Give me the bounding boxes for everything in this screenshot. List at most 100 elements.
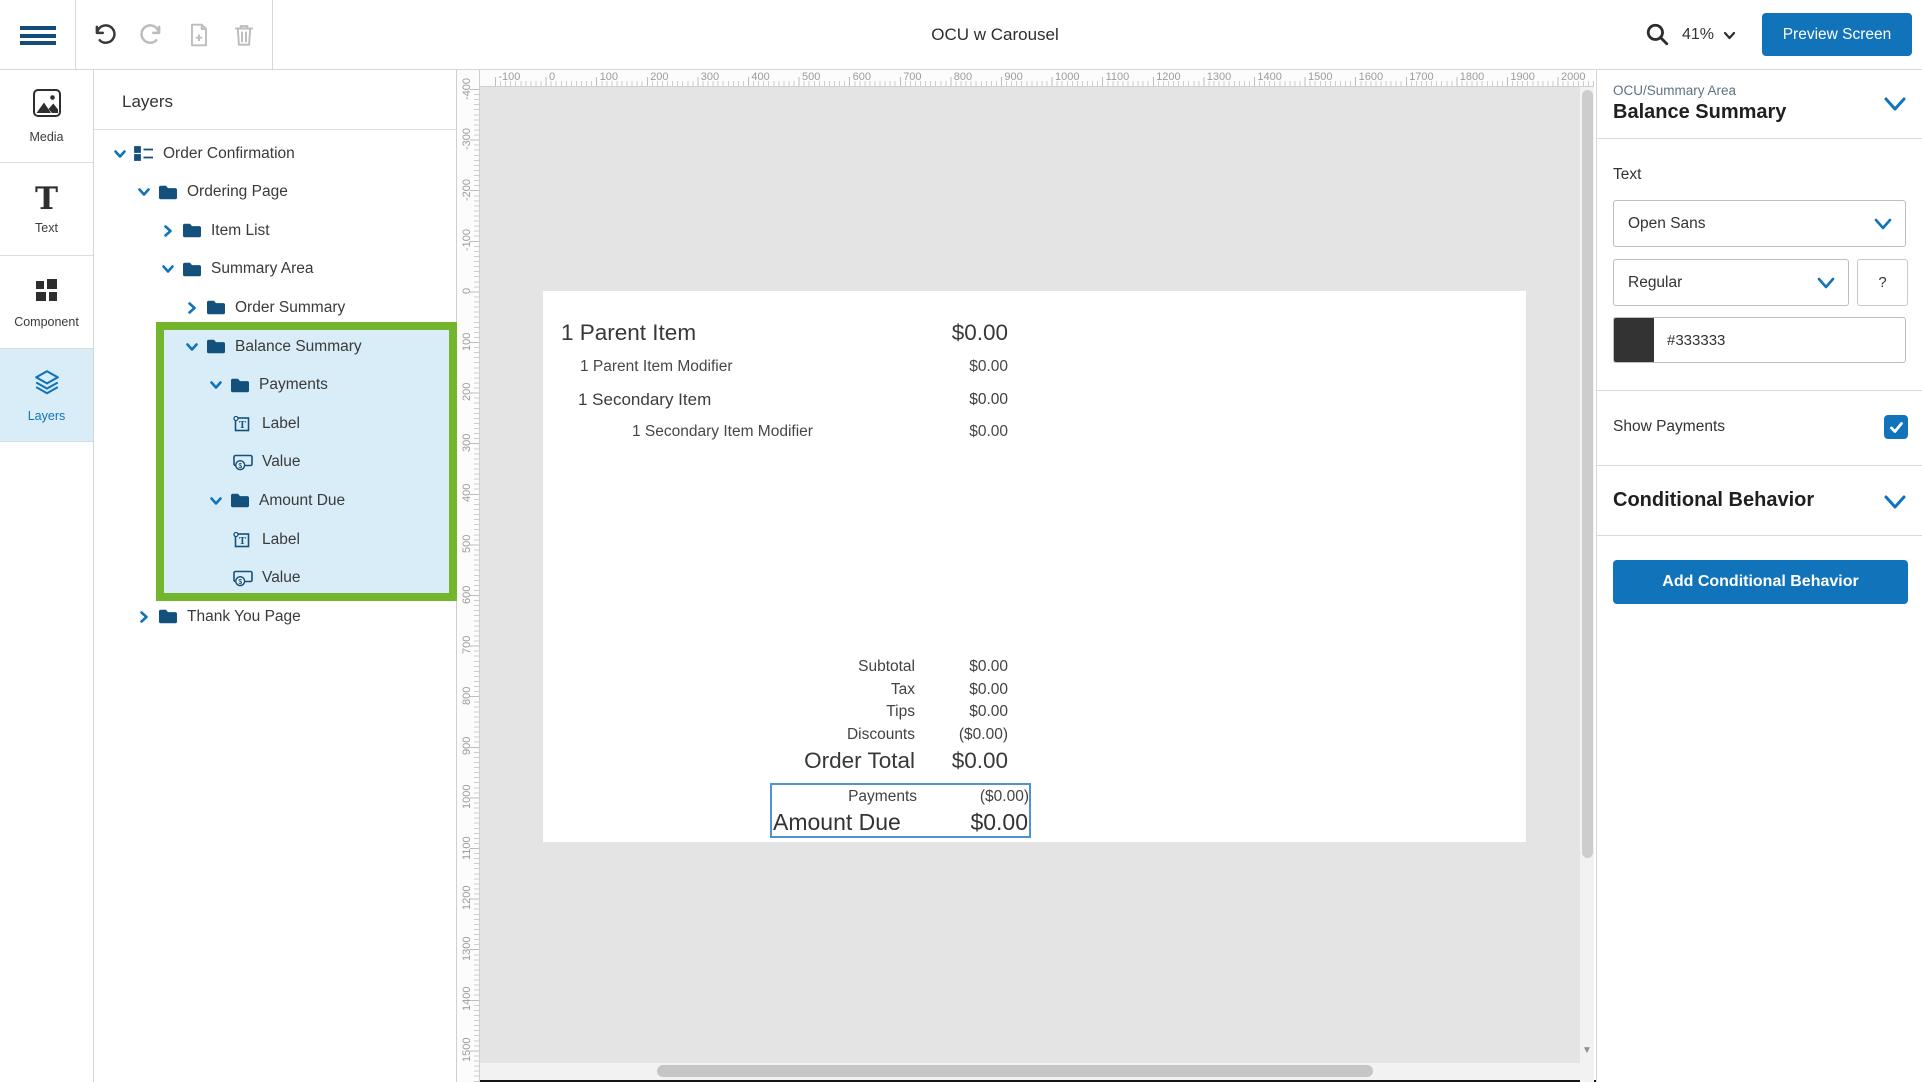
chevron-right-icon[interactable]	[185, 301, 199, 315]
layer-row-payments[interactable]: Payments	[209, 370, 328, 401]
undo-icon[interactable]	[92, 22, 118, 48]
layer-label: Value	[262, 453, 301, 471]
horizontal-scrollbar[interactable]	[480, 1063, 1580, 1080]
layer-row-order-confirmation[interactable]: Order Confirmation	[113, 138, 295, 169]
total-label: Tax	[708, 681, 915, 699]
conditional-chevron-down-icon[interactable]	[1882, 492, 1908, 512]
folder-icon	[206, 338, 226, 355]
layer-row-amount-due[interactable]: Amount Due	[209, 485, 345, 516]
ruler-tick-label: 500	[802, 71, 820, 83]
label-icon: T	[233, 531, 253, 548]
show-payments-checkbox[interactable]	[1884, 415, 1908, 439]
sidebar-item-text[interactable]: T Text	[0, 163, 93, 256]
collapse-section-chevron-icon[interactable]	[1882, 94, 1908, 114]
redo-icon[interactable]	[138, 22, 164, 48]
add-conditional-behavior-button[interactable]: Add Conditional Behavior	[1613, 560, 1908, 604]
color-swatch[interactable]	[1614, 318, 1654, 362]
ruler-tick-label: 1500	[1308, 71, 1332, 83]
chevron-down-icon[interactable]	[161, 262, 175, 276]
ruler-tick-label: 0	[458, 271, 476, 311]
ruler-tick-label: 1000	[458, 777, 476, 817]
ruler-tick-label: 700	[903, 71, 921, 83]
sidebar-item-label: Layers	[28, 409, 66, 423]
vertical-ruler: -400-300-200-100010020030040050060070080…	[457, 70, 480, 1082]
sidebar-item-media[interactable]: Media	[0, 70, 93, 163]
ruler-tick-label: 700	[458, 625, 476, 665]
ruler-tick-label: -200	[458, 170, 476, 210]
chevron-down-icon[interactable]	[209, 494, 223, 508]
hamburger-icon	[20, 26, 56, 30]
ruler-tick-label: 1000	[1055, 71, 1079, 83]
layer-label: Amount Due	[259, 492, 345, 510]
chevron-down-icon[interactable]	[113, 147, 127, 161]
layer-row-thank-you-page[interactable]: Thank You Page	[137, 601, 301, 632]
layer-row-label[interactable]: TLabel	[233, 524, 300, 555]
sidebar-item-label: Media	[29, 130, 63, 144]
total-value: ($0.00)	[915, 726, 1008, 744]
label-icon: T	[233, 415, 253, 432]
sidebar-item-label: Text	[35, 221, 58, 235]
breadcrumb: OCU/Summary Area	[1613, 83, 1736, 98]
delete-icon[interactable]	[231, 22, 257, 48]
component-icon	[33, 276, 60, 308]
layer-row-label[interactable]: TLabel	[233, 408, 300, 439]
chevron-right-icon[interactable]	[137, 610, 151, 624]
divider	[94, 129, 456, 130]
item-value: $0.00	[969, 391, 1008, 409]
selected-row-value: ($0.00)	[917, 788, 1029, 806]
chevron-down-icon[interactable]	[185, 340, 199, 354]
screen-title: OCU w Carousel	[931, 0, 1059, 70]
zoom-chevron-down-icon[interactable]	[1722, 28, 1737, 43]
horizontal-scrollbar-thumb[interactable]	[657, 1065, 1373, 1077]
ruler-tick-label: 1500	[458, 1030, 476, 1070]
layer-row-ordering-page[interactable]: Ordering Page	[137, 177, 288, 208]
layer-label: Order Confirmation	[163, 145, 295, 163]
zoom-level[interactable]: 41%	[1682, 0, 1714, 70]
design-canvas[interactable]: 1 Parent Item$0.001 Parent Item Modifier…	[543, 291, 1526, 842]
help-button[interactable]: ?	[1857, 259, 1908, 306]
preview-screen-button[interactable]: Preview Screen	[1762, 13, 1912, 56]
text-color-field[interactable]: #333333	[1613, 317, 1906, 363]
item-value: $0.00	[969, 358, 1008, 376]
chevron-down-icon[interactable]	[137, 185, 151, 199]
layer-row-item-list[interactable]: Item List	[161, 215, 270, 246]
font-weight-select[interactable]: Regular	[1613, 259, 1849, 306]
sidebar-item-layers[interactable]: Layers	[0, 349, 93, 442]
ruler-tick-label: -100	[498, 71, 520, 83]
vertical-scrollbar-thumb[interactable]	[1582, 90, 1593, 858]
balance-summary-selection[interactable]: Payments($0.00)Amount Due$0.00	[770, 783, 1031, 838]
selected-row: Amount Due$0.00	[772, 808, 1029, 836]
layer-label: Ordering Page	[187, 183, 288, 201]
sidebar-item-component[interactable]: Component	[0, 256, 93, 349]
divider	[1597, 465, 1922, 466]
chevron-right-icon[interactable]	[161, 224, 175, 238]
ruler-tick-label: 600	[853, 71, 871, 83]
scroll-down-arrow-icon[interactable]: ▼	[1580, 1042, 1594, 1058]
ruler-tick-label: 400	[458, 473, 476, 513]
total-row: Tips$0.00	[708, 701, 1008, 724]
search-zoom-icon[interactable]	[1644, 21, 1670, 47]
vertical-scrollbar[interactable]: ▼	[1580, 87, 1594, 1082]
layer-row-balance-summary[interactable]: Balance Summary	[185, 331, 362, 362]
folder-icon	[182, 222, 202, 239]
show-payments-label: Show Payments	[1613, 418, 1725, 436]
hamburger-menu-button[interactable]	[0, 0, 76, 70]
new-page-icon[interactable]	[186, 22, 212, 48]
layer-row-value[interactable]: $ Value	[233, 447, 301, 478]
svg-text:T: T	[239, 420, 246, 431]
properties-panel: OCU/Summary Area Balance Summary Text Op…	[1596, 70, 1922, 1082]
order-item-list: 1 Parent Item$0.001 Parent Item Modifier…	[561, 315, 1008, 447]
font-family-select[interactable]: Open Sans	[1613, 200, 1906, 247]
canvas-area[interactable]: 1 Parent Item$0.001 Parent Item Modifier…	[480, 87, 1580, 1063]
layer-row-order-summary[interactable]: Order Summary	[185, 292, 345, 323]
checklist-icon	[134, 145, 154, 162]
layer-row-summary-area[interactable]: Summary Area	[161, 254, 314, 285]
selected-row: Payments($0.00)	[772, 785, 1029, 808]
folder-icon	[230, 492, 250, 509]
total-row: Discounts($0.00)	[708, 724, 1008, 747]
total-label: Subtotal	[708, 658, 915, 676]
svg-text:$: $	[238, 463, 242, 470]
ruler-tick-label: 1700	[1409, 71, 1433, 83]
chevron-down-icon[interactable]	[209, 378, 223, 392]
layer-row-value[interactable]: $Value	[233, 563, 301, 594]
